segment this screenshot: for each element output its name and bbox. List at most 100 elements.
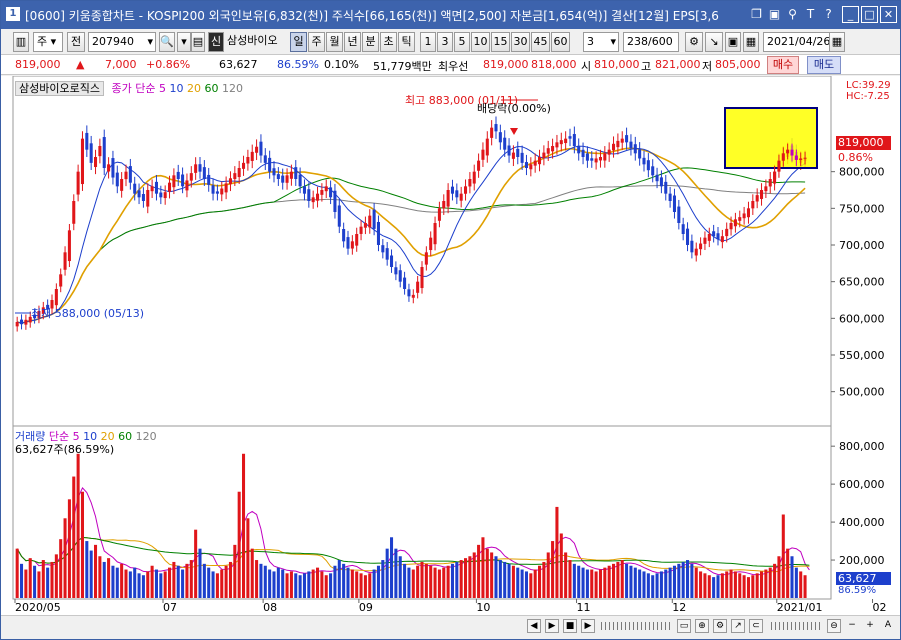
candle-body bbox=[720, 236, 724, 243]
minute-15-button[interactable]: 15 bbox=[491, 32, 510, 52]
volume-bar bbox=[607, 565, 611, 598]
stop-icon[interactable]: ■ bbox=[563, 619, 577, 633]
indicator-icon[interactable]: ⚙ bbox=[685, 32, 703, 52]
candle-body bbox=[672, 195, 676, 212]
font-size-icon[interactable]: A bbox=[881, 619, 895, 633]
candle-body bbox=[411, 294, 415, 298]
candle-body bbox=[733, 219, 737, 227]
volume-bar bbox=[598, 569, 602, 598]
candle-body bbox=[294, 167, 298, 179]
magnet-icon[interactable]: ⊂ bbox=[749, 619, 763, 633]
minute-45-button[interactable]: 45 bbox=[531, 32, 550, 52]
change-arrow-icon: ▲ bbox=[76, 58, 85, 71]
save-icon[interactable]: ▣ bbox=[725, 32, 741, 52]
lock-icon[interactable]: ▣ bbox=[767, 7, 782, 22]
volume-bar bbox=[372, 569, 376, 598]
text-icon[interactable]: T bbox=[803, 7, 818, 22]
volume-bar bbox=[172, 561, 176, 598]
recent-candle-body bbox=[790, 149, 794, 156]
prev-button[interactable]: 전 bbox=[67, 32, 85, 52]
data-count-input[interactable]: 238/600 bbox=[623, 32, 679, 52]
candle-body bbox=[146, 190, 150, 207]
price-tick-label: 750,000 bbox=[839, 202, 885, 215]
minute-3-button[interactable]: 3 bbox=[437, 32, 453, 52]
stock-code-input[interactable]: 207940 ▾ bbox=[88, 32, 156, 52]
quote-bar: 819,000 ▲ 7,000 +0.86% 63,627 86.59% 0.1… bbox=[1, 55, 900, 75]
minute-5-button[interactable]: 5 bbox=[454, 32, 470, 52]
minus-icon[interactable]: − bbox=[845, 619, 859, 633]
volume-bar bbox=[320, 571, 324, 598]
recent-candle-body bbox=[786, 149, 790, 154]
interval-5-button[interactable]: 초 bbox=[380, 32, 397, 52]
ma5-label: 5 bbox=[158, 82, 166, 95]
price-volume-chart[interactable]: 800,000 750,000 700,000 650,000 600,000 550,0… bbox=[1, 76, 900, 639]
zoom-mode-icon[interactable]: ▭ bbox=[677, 619, 691, 633]
pointer-icon[interactable]: ↗ bbox=[731, 619, 745, 633]
volume-bar bbox=[120, 563, 124, 598]
volume-bar bbox=[699, 571, 703, 598]
candle-body bbox=[477, 160, 481, 171]
volume-bar bbox=[760, 571, 764, 598]
interval-4-button[interactable]: 분 bbox=[362, 32, 379, 52]
volume-value: 63,627 bbox=[219, 58, 258, 71]
close-icon[interactable]: ✕ bbox=[880, 6, 897, 23]
volume-bar bbox=[472, 552, 476, 598]
period-slider[interactable] bbox=[771, 622, 821, 630]
volume-bar bbox=[520, 569, 524, 598]
settings-icon[interactable]: ⚙ bbox=[713, 619, 727, 633]
plus-icon[interactable]: + bbox=[863, 619, 877, 633]
zoom-slider[interactable] bbox=[601, 622, 671, 630]
print-icon[interactable]: ▦ bbox=[743, 32, 759, 52]
volume-bar bbox=[668, 567, 672, 598]
sell-button[interactable]: 매도 bbox=[807, 56, 841, 74]
calendar-icon[interactable]: ▦ bbox=[829, 32, 845, 52]
chevron-down-icon[interactable]: ▾ bbox=[177, 32, 191, 52]
interval-2-button[interactable]: 월 bbox=[326, 32, 343, 52]
x-tick-label: 2020/05 bbox=[15, 601, 61, 614]
restore-icon[interactable]: ❐ bbox=[749, 7, 764, 22]
candle-body bbox=[220, 188, 224, 195]
minute-30-button[interactable]: 30 bbox=[511, 32, 530, 52]
period-select[interactable]: 주 ▾ bbox=[33, 32, 63, 52]
crosshair-icon[interactable]: ⊕ bbox=[695, 619, 709, 633]
play-icon[interactable]: ▶ bbox=[545, 619, 559, 633]
interval-6-button[interactable]: 틱 bbox=[398, 32, 415, 52]
price-tag-pct: 0.86% bbox=[838, 151, 873, 164]
scroll-right-icon[interactable]: ▶ bbox=[581, 619, 595, 633]
candle-body bbox=[337, 205, 341, 227]
search-icon[interactable]: 🔍 bbox=[159, 32, 175, 52]
scroll-left-icon[interactable]: ◀ bbox=[527, 619, 541, 633]
maximize-icon[interactable]: □ bbox=[861, 6, 878, 23]
volume-bar bbox=[333, 565, 337, 598]
candle-body bbox=[320, 190, 324, 195]
candle-body bbox=[677, 206, 681, 223]
interval-3-button[interactable]: 년 bbox=[344, 32, 361, 52]
volume-bar bbox=[246, 518, 250, 598]
volume-bar bbox=[346, 567, 350, 598]
candle-body bbox=[168, 182, 172, 192]
pin-icon[interactable]: ⚲ bbox=[785, 7, 800, 22]
scale-icon[interactable]: ↘ bbox=[705, 32, 723, 52]
minute-10-button[interactable]: 10 bbox=[471, 32, 490, 52]
minute-60-button[interactable]: 60 bbox=[551, 32, 570, 52]
chart-area[interactable]: 800,000 750,000 700,000 650,000 600,000 550,0… bbox=[1, 76, 900, 639]
volume-bar bbox=[646, 573, 650, 598]
minute-1-button[interactable]: 1 bbox=[420, 32, 436, 52]
x-tick-label: 10 bbox=[476, 601, 490, 614]
volume-bar bbox=[642, 571, 646, 598]
volume-bar bbox=[529, 573, 533, 598]
compare-icon[interactable]: ▤ bbox=[191, 32, 205, 52]
chart-list-icon[interactable]: ▥ bbox=[13, 32, 29, 52]
zoom-out-icon[interactable]: ⊖ bbox=[827, 619, 841, 633]
volume-bar bbox=[729, 569, 733, 598]
buy-button[interactable]: 매수 bbox=[767, 56, 799, 74]
candle-body bbox=[133, 183, 137, 194]
interval-1-button[interactable]: 주 bbox=[308, 32, 325, 52]
interval-0-button[interactable]: 일 bbox=[290, 32, 307, 52]
minimize-icon[interactable]: _ bbox=[842, 6, 859, 23]
candle-body bbox=[111, 158, 115, 178]
volume-bar bbox=[359, 573, 363, 598]
help-icon[interactable]: ? bbox=[821, 7, 836, 22]
custom-period-input[interactable]: 3 ▾ bbox=[583, 32, 619, 52]
lc-value: LC:39.29 bbox=[846, 80, 891, 91]
